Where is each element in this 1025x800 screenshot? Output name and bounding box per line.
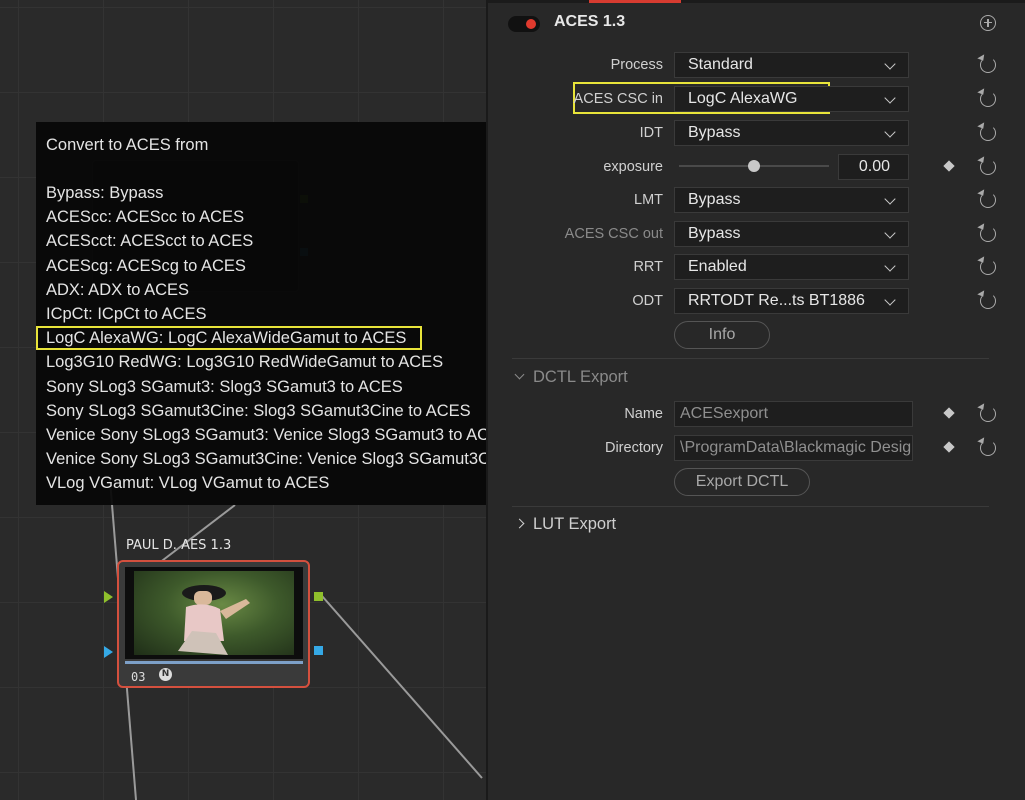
export-directory-field[interactable]: \ProgramData\Blackmagic Design — [674, 435, 913, 461]
node-number: 03 — [131, 670, 146, 684]
dctl-export-title: DCTL Export — [533, 368, 628, 386]
node-rgb-output-port[interactable] — [314, 592, 323, 601]
csc-in-label: ACES CSC in — [573, 91, 663, 107]
section-divider — [512, 358, 989, 359]
reset-icon[interactable] — [980, 159, 996, 175]
node-key-output-port[interactable] — [314, 646, 323, 655]
csc-in-dropdown[interactable]: LogC AlexaWG — [674, 86, 909, 112]
reset-icon[interactable] — [980, 192, 996, 208]
export-name-field[interactable]: ACESexport — [674, 401, 913, 427]
exposure-slider-handle[interactable] — [748, 160, 760, 172]
idt-value: Bypass — [688, 124, 741, 141]
rrt-value: Enabled — [688, 258, 747, 275]
chevron-down-icon — [514, 369, 525, 380]
panel-title: ACES 1.3 — [554, 13, 626, 30]
enable-indicator-icon — [526, 19, 536, 29]
aces-transform-panel: ACES 1.3 Process Standard ACES CSC in Lo… — [488, 0, 1025, 800]
reset-icon[interactable] — [980, 440, 996, 456]
chevron-down-icon — [884, 58, 896, 70]
lut-export-title: LUT Export — [533, 515, 617, 533]
export-dctl-button[interactable]: Export DCTL — [674, 468, 810, 496]
process-dropdown[interactable]: Standard — [674, 52, 909, 78]
directory-label: Directory — [604, 440, 663, 456]
reset-icon[interactable] — [980, 259, 996, 275]
chevron-right-icon — [514, 518, 525, 529]
odt-value: RRTODT Re...ts BT1886 — [688, 292, 865, 309]
add-preset-icon[interactable] — [980, 15, 996, 31]
node-rgb-input-port[interactable] — [104, 591, 113, 603]
odt-label: ODT — [632, 293, 663, 309]
panel-top-bar — [488, 0, 1025, 3]
odt-dropdown[interactable]: RRTODT Re...ts BT1886 — [674, 288, 909, 314]
process-value: Standard — [688, 56, 753, 73]
node-title: PAUL D. AES 1.3 — [126, 538, 232, 553]
exposure-label: exposure — [603, 159, 663, 175]
enable-toggle[interactable] — [508, 16, 540, 32]
lut-export-section-header[interactable]: LUT Export — [514, 515, 617, 534]
csc-out-label: ACES CSC out — [564, 226, 663, 242]
idt-label: IDT — [639, 125, 663, 141]
lmt-dropdown[interactable]: Bypass — [674, 187, 909, 213]
keyframe-diamond-icon[interactable] — [943, 160, 955, 172]
rrt-dropdown[interactable]: Enabled — [674, 254, 909, 280]
lmt-label: LMT — [634, 192, 663, 208]
chevron-down-icon — [884, 294, 896, 306]
chevron-down-icon — [884, 92, 896, 104]
dctl-export-section-header[interactable]: DCTL Export — [514, 368, 628, 387]
info-button[interactable]: Info — [674, 321, 770, 349]
exposure-value-field[interactable]: 0.00 — [838, 154, 909, 180]
csc-in-value: LogC AlexaWG — [688, 90, 798, 107]
node-thumbnail — [125, 567, 303, 659]
reset-icon[interactable] — [980, 406, 996, 422]
chevron-down-icon — [884, 126, 896, 138]
active-tab-indicator — [589, 0, 681, 3]
csc-out-value: Bypass — [688, 225, 741, 242]
node-progress-bar — [125, 661, 303, 664]
lmt-value: Bypass — [688, 191, 741, 208]
keyframe-diamond-icon[interactable] — [943, 441, 955, 453]
rrt-label: RRT — [633, 259, 663, 275]
name-label: Name — [624, 406, 663, 422]
reset-icon[interactable] — [980, 293, 996, 309]
reset-icon[interactable] — [980, 226, 996, 242]
reset-icon[interactable] — [980, 91, 996, 107]
node-key-input-port[interactable] — [104, 646, 113, 658]
reset-icon[interactable] — [980, 57, 996, 73]
idt-dropdown[interactable]: Bypass — [674, 120, 909, 146]
process-label: Process — [610, 57, 663, 73]
color-node[interactable]: 03 N — [117, 560, 310, 688]
chevron-down-icon — [884, 260, 896, 272]
node-type-badge-icon: N — [159, 668, 172, 681]
chevron-down-icon — [884, 193, 896, 205]
keyframe-diamond-icon[interactable] — [943, 407, 955, 419]
tooltip-item-highlighted: LogC AlexaWG: LogC AlexaWideGamut to ACE… — [36, 326, 422, 351]
csc-out-dropdown[interactable]: Bypass — [674, 221, 909, 247]
section-divider — [512, 506, 989, 507]
reset-icon[interactable] — [980, 125, 996, 141]
chevron-down-icon — [884, 227, 896, 239]
